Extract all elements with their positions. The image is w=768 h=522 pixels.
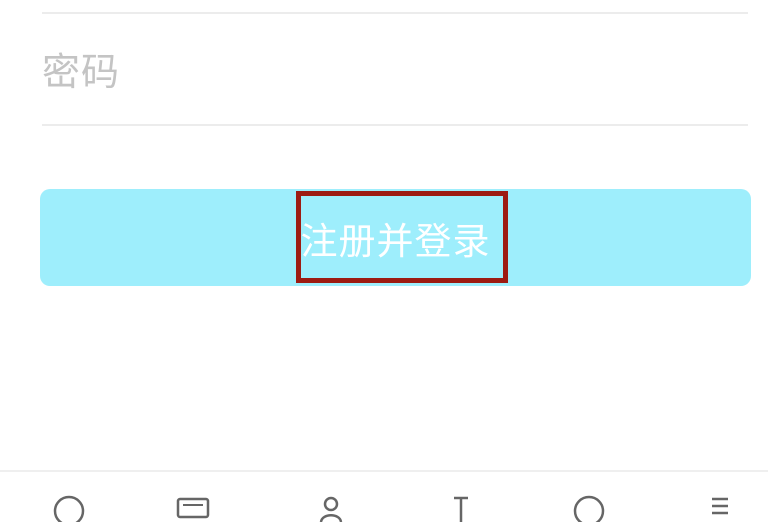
search-icon[interactable] (572, 494, 605, 522)
register-login-label: 注册并登录 (300, 219, 491, 263)
text-cursor-icon[interactable] (444, 494, 476, 522)
keyboard-icon[interactable] (176, 494, 210, 519)
divider-password (42, 124, 748, 126)
register-login-button[interactable]: 注册并登录 (40, 189, 751, 286)
password-field[interactable]: 密码 (42, 24, 748, 120)
menu-icon[interactable] (704, 494, 736, 518)
password-placeholder: 密码 (42, 50, 121, 94)
back-icon[interactable] (52, 494, 85, 522)
account-icon[interactable] (314, 494, 346, 522)
divider-top (42, 12, 748, 14)
bottom-bar (0, 470, 768, 522)
